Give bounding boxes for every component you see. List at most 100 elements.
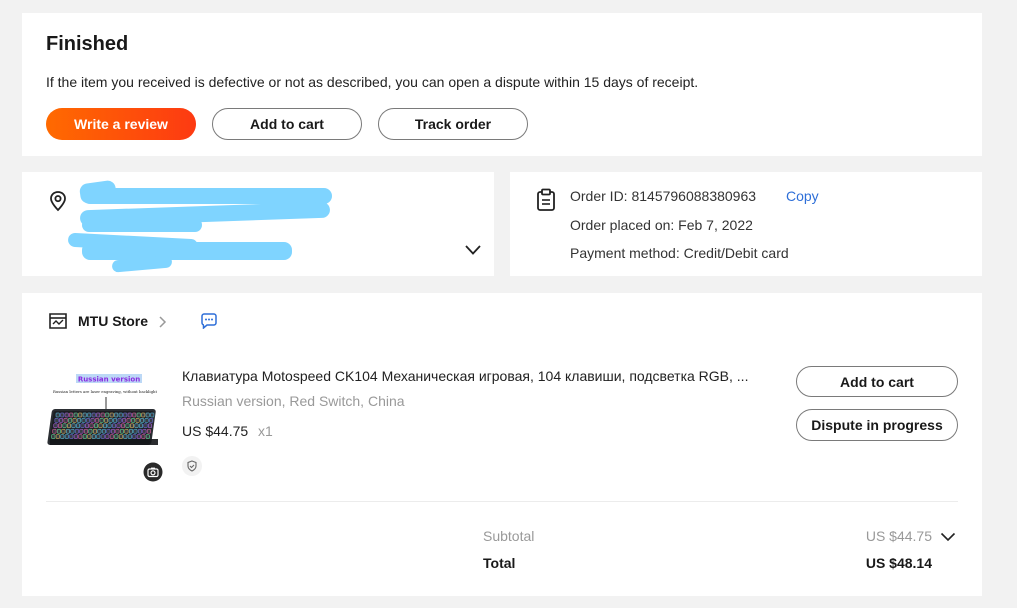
keyboard-key (150, 412, 155, 418)
keyboard-key (124, 428, 129, 434)
keyboard-key (71, 423, 76, 429)
total-value: US $48.14 (865, 555, 932, 571)
track-order-button[interactable]: Track order (378, 108, 528, 140)
keyboard-key (78, 412, 83, 418)
keyboard-key (123, 412, 128, 418)
keyboard-key (97, 428, 102, 434)
status-description: If the item you received is defective or… (46, 74, 699, 90)
keyboard-key (85, 423, 89, 429)
order-status-card: Finished If the item you received is def… (22, 13, 982, 156)
keyboard-key (91, 412, 96, 418)
keyboard-key (122, 418, 127, 423)
keyboard-key (67, 423, 71, 429)
keyboard-key (108, 418, 113, 423)
keyboard-key (106, 428, 111, 434)
keyboard-key (143, 423, 148, 429)
keyboard-key (90, 418, 95, 423)
keyboard-key (96, 412, 101, 418)
keyboard-key (118, 412, 123, 418)
store-icon (49, 313, 67, 329)
keyboard-key (149, 418, 154, 423)
keyboard-key (77, 418, 82, 423)
keyboard-key (132, 434, 137, 439)
write-review-button[interactable]: Write a review (46, 108, 196, 140)
dispute-in-progress-button[interactable]: Dispute in progress (796, 409, 958, 441)
keyboard-key (72, 418, 77, 423)
keyboard-key (112, 423, 116, 429)
keyboard-key (107, 423, 112, 429)
keyboard-key (133, 428, 138, 434)
keyboard-key (130, 423, 134, 429)
keyboard-key (87, 412, 92, 418)
keyboard-key (60, 434, 65, 439)
keyboard-key (139, 423, 143, 429)
chevron-down-icon[interactable] (940, 532, 956, 542)
keyboard-key (103, 423, 107, 429)
keyboard-key (81, 418, 86, 423)
keyboard-key (146, 428, 151, 434)
keyboard-key (101, 428, 106, 434)
keyboard-key (82, 412, 87, 418)
keyboard-key (148, 423, 152, 429)
keyboard-key (65, 428, 70, 434)
keyboard-key (55, 434, 60, 439)
chat-icon[interactable] (200, 313, 218, 329)
keyboard-key (104, 418, 109, 423)
keyboard-key (69, 412, 74, 418)
keyboard-key (114, 412, 119, 418)
product-thumbnail[interactable]: Russian version Russian letters are lase… (46, 367, 164, 467)
chevron-down-icon[interactable] (464, 244, 482, 256)
keyboard-key (69, 434, 74, 439)
keyboard-key (94, 423, 98, 429)
product-title[interactable]: Клавиатура Motospeed CK104 Механическая … (182, 368, 772, 384)
item-add-to-cart-button[interactable]: Add to cart (796, 366, 958, 397)
add-to-cart-button[interactable]: Add to cart (212, 108, 362, 140)
keyboard-key (127, 412, 132, 418)
keyboard-key (128, 428, 133, 434)
total-label: Total (483, 555, 516, 571)
order-info-card: Order ID: 8145796088380963 Copy Order pl… (510, 172, 982, 276)
store-name[interactable]: MTU Store (78, 313, 148, 329)
thumb-caption: Russian version (78, 376, 140, 384)
shipping-address-card (22, 172, 494, 276)
keyboard-key (126, 418, 131, 423)
keyboard-key (59, 418, 64, 423)
keyboard-key (125, 423, 130, 429)
keyboard-key (98, 423, 103, 429)
keyboard-key (62, 423, 67, 429)
store-order-card: MTU Store Russian version Russian letter… (22, 293, 982, 596)
keyboard-key (89, 423, 94, 429)
keyboard-key (55, 412, 60, 418)
keyboard-key (83, 428, 88, 434)
keyboard-key (110, 428, 115, 434)
keyboard-key (116, 423, 121, 429)
camera-icon[interactable] (143, 462, 163, 482)
payment-method: Payment method: Credit/Debit card (570, 245, 789, 261)
keyboard-key (136, 434, 141, 439)
keyboard-key (56, 428, 61, 434)
keyboard-key (73, 412, 78, 418)
keyboard-key (117, 418, 122, 423)
keyboard-key (96, 434, 101, 439)
keyboard-key (135, 418, 140, 423)
order-placed-date: Order placed on: Feb 7, 2022 (570, 217, 753, 233)
keyboard-key (80, 423, 85, 429)
keyboard-key (113, 418, 118, 423)
divider (46, 501, 958, 502)
order-id: Order ID: 8145796088380963 (570, 188, 757, 204)
keyboard-key (109, 412, 114, 418)
keyboard-key (60, 412, 65, 418)
keyboard-image: Russian version Russian letters are lase… (46, 367, 164, 467)
copy-order-id-link[interactable]: Copy (786, 188, 819, 204)
keyboard-key (74, 428, 79, 434)
keyboard-key (78, 434, 83, 439)
keyboard-key (54, 418, 59, 423)
chevron-right-icon[interactable] (158, 315, 168, 329)
product-quantity: x1 (258, 423, 273, 439)
keyboard-key (119, 428, 124, 434)
keyboard-key (118, 434, 123, 439)
keyboard-key (144, 418, 149, 423)
keyboard-key (134, 423, 139, 429)
keyboard-key (95, 418, 100, 423)
keyboard-key (87, 434, 92, 439)
